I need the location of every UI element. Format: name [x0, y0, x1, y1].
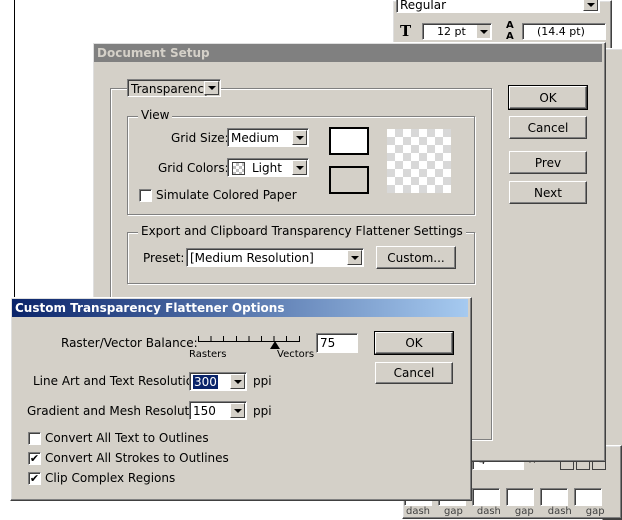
- convert-strokes-label: Convert All Strokes to Outlines: [45, 451, 229, 465]
- flattener-title: Custom Transparency Flattener Options: [15, 301, 285, 315]
- chevron-down-icon[interactable]: [583, 0, 598, 11]
- leading-icon: AA: [506, 20, 514, 42]
- canvas-edge-line: [14, 0, 15, 300]
- view-legend: View: [138, 108, 173, 122]
- grid-colors-label: Grid Colors:: [158, 161, 229, 175]
- convert-text-label: Convert All Text to Outlines: [45, 431, 209, 445]
- grid-colors-value: Light: [252, 161, 282, 175]
- balance-label: Raster/Vector Balance:: [61, 336, 198, 350]
- flattener-ok-button[interactable]: OK: [374, 331, 454, 355]
- line-art-ppi: ppi: [253, 374, 272, 388]
- chevron-down-icon[interactable]: [292, 160, 307, 175]
- document-setup-titlebar[interactable]: Document Setup: [94, 44, 602, 62]
- custom-button[interactable]: Custom...: [376, 246, 456, 269]
- checker-swatch-icon: [232, 162, 245, 175]
- line-art-value: 300: [193, 375, 218, 389]
- document-setup-title: Document Setup: [97, 46, 210, 60]
- rasters-label: Rasters: [189, 349, 227, 360]
- dash-labels: dash gap dash gap dash gap: [406, 506, 620, 517]
- grid-size-label: Grid Size:: [171, 131, 229, 145]
- ok-button[interactable]: OK: [508, 85, 588, 110]
- flattener-cancel-button[interactable]: Cancel: [375, 362, 453, 384]
- dash-input[interactable]: [540, 488, 568, 506]
- font-size-field[interactable]: 12 pt: [422, 23, 492, 40]
- dash-label: dash: [547, 506, 572, 517]
- leading-field[interactable]: (14.4 pt): [522, 23, 606, 40]
- vectors-label: Vectors: [277, 349, 315, 360]
- flattener-titlebar[interactable]: Custom Transparency Flattener Options: [12, 299, 468, 317]
- grid-size-value: Medium: [231, 131, 279, 145]
- dash-input[interactable]: [472, 488, 500, 506]
- slider-track: [198, 341, 300, 342]
- font-style-value: Regular: [400, 0, 447, 12]
- cancel-button[interactable]: Cancel: [509, 116, 587, 139]
- dash-label: dash: [476, 506, 501, 517]
- line-art-label: Line Art and Text Resolution:: [33, 374, 205, 388]
- slider-ticks: [198, 336, 300, 341]
- gap-input[interactable]: [506, 488, 534, 506]
- grid-color-swatch-white[interactable]: [329, 127, 369, 155]
- next-button[interactable]: Next: [509, 181, 587, 204]
- font-size-value: 12 pt: [437, 25, 466, 38]
- preset-label: Preset:: [143, 251, 185, 265]
- font-style-select[interactable]: Regular: [396, 0, 600, 13]
- dash-label: dash: [406, 506, 431, 517]
- clip-regions-label: Clip Complex Regions: [45, 471, 176, 485]
- chevron-down-icon[interactable]: [230, 403, 245, 418]
- chevron-down-icon[interactable]: [477, 25, 490, 38]
- checkmark-icon: ✔: [29, 452, 40, 465]
- chevron-down-icon[interactable]: [347, 250, 362, 265]
- section-select[interactable]: Transparency: [127, 79, 221, 97]
- simulate-paper-checkbox[interactable]: [139, 189, 152, 202]
- simulate-paper-label: Simulate Colored Paper: [156, 188, 297, 202]
- convert-strokes-checkbox[interactable]: ✔: [28, 452, 41, 465]
- balance-slider[interactable]: [198, 333, 302, 349]
- gap-label: gap: [514, 506, 534, 517]
- balance-input[interactable]: 75: [316, 333, 358, 353]
- gradient-label: Gradient and Mesh Resolution:: [27, 404, 212, 418]
- checkmark-icon: ✔: [29, 472, 40, 485]
- grid-colors-select[interactable]: Light: [227, 158, 309, 177]
- transparency-grid-preview: [387, 129, 451, 193]
- chevron-down-icon[interactable]: [204, 81, 219, 95]
- chevron-down-icon[interactable]: [292, 130, 307, 145]
- clip-regions-checkbox[interactable]: ✔: [28, 472, 41, 485]
- prev-button[interactable]: Prev: [509, 151, 587, 174]
- export-flattener-legend: Export and Clipboard Transparency Flatte…: [138, 224, 466, 238]
- font-size-icon: T: [400, 22, 412, 40]
- preset-select[interactable]: [Medium Resolution]: [186, 248, 364, 267]
- gradient-ppi: ppi: [253, 404, 272, 418]
- gap-label: gap: [444, 506, 463, 517]
- grid-color-swatch-gray[interactable]: [329, 166, 369, 194]
- gap-input[interactable]: [574, 488, 602, 506]
- gradient-value: 150: [193, 404, 216, 418]
- slider-thumb-icon[interactable]: [269, 341, 280, 349]
- chevron-down-icon[interactable]: [230, 374, 245, 389]
- leading-value: (14.4 pt): [537, 25, 585, 38]
- gradient-select[interactable]: 150: [189, 401, 247, 420]
- balance-value: 75: [320, 336, 336, 350]
- grid-size-select[interactable]: Medium: [227, 128, 309, 147]
- gap-label: gap: [585, 506, 605, 517]
- preset-value: [Medium Resolution]: [190, 251, 314, 265]
- line-art-select[interactable]: 300: [189, 372, 247, 391]
- convert-text-checkbox[interactable]: [28, 432, 41, 445]
- section-select-value: Transparency: [131, 82, 212, 96]
